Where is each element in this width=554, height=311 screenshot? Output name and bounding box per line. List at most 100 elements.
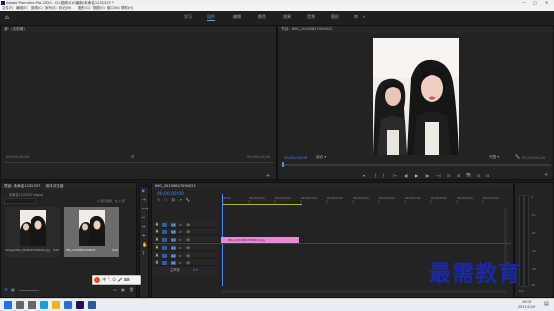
marker-button[interactable]: ▾ xyxy=(363,173,365,178)
program-quality-select[interactable]: 完整 ▾ xyxy=(489,155,499,160)
tray-date[interactable]: 2021/11/9 xyxy=(518,305,535,309)
track-sync-lock-icon[interactable]: ⇄ xyxy=(179,246,182,250)
video-audio-divider[interactable] xyxy=(153,243,511,244)
workspace-learn[interactable]: 学习 xyxy=(184,14,192,20)
program-playhead-icon[interactable] xyxy=(282,162,284,167)
step-back-button[interactable]: ◀| xyxy=(404,173,408,178)
tab-media-browser[interactable]: 媒体浏览器 xyxy=(45,184,63,188)
meter-solo-buttons[interactable]: S S xyxy=(519,289,524,293)
task-view-icon[interactable] xyxy=(28,301,36,309)
razor-tool-icon[interactable]: ✂ xyxy=(142,216,146,221)
track-visibility-icon[interactable]: 👁 xyxy=(186,230,190,234)
workspace-effects[interactable]: 效果 xyxy=(283,14,291,20)
go-to-out-button[interactable]: →| xyxy=(436,173,441,178)
timeline-tab[interactable]: IMG_20190827090022 xyxy=(152,183,513,190)
track-source-patch[interactable] xyxy=(162,245,167,250)
project-search-input[interactable] xyxy=(4,198,36,204)
track-label[interactable]: V3 xyxy=(171,222,176,227)
track-label[interactable]: V2 xyxy=(171,229,176,234)
explorer-icon[interactable] xyxy=(52,301,60,309)
mark-in-button[interactable]: { xyxy=(374,173,377,178)
home-icon[interactable]: ⌂ xyxy=(5,14,9,21)
word-icon[interactable] xyxy=(88,301,96,309)
source-add-button[interactable]: + xyxy=(266,173,270,179)
hand-tool-icon[interactable]: ✋ xyxy=(142,243,147,248)
tab-project[interactable]: 项目: 未命名1232357 xyxy=(4,184,40,188)
nest-icon[interactable]: ⟲ xyxy=(157,198,160,202)
linked-selection-icon[interactable]: ⛓ xyxy=(171,198,176,202)
snap-icon[interactable]: ⊓ xyxy=(164,198,167,202)
track-lock-icon[interactable]: 🔒 xyxy=(155,236,159,243)
go-to-in-button[interactable]: |← xyxy=(393,173,398,178)
safe-margins-button[interactable]: ⊟ xyxy=(486,173,489,178)
track-visibility-icon[interactable]: 👁 xyxy=(186,223,190,227)
track-sync-lock-icon[interactable]: ⇄ xyxy=(179,230,182,234)
track-visibility-icon[interactable]: 👁 xyxy=(186,254,190,258)
track-lock-icon[interactable]: 🔒 xyxy=(155,244,159,251)
program-wrench-icon[interactable]: 🔧 xyxy=(515,154,520,159)
step-forward-button[interactable]: |▶ xyxy=(425,173,429,178)
project-item-thumbnail[interactable]: Inmage\IMG_20190827090022.jpg 5;00 xyxy=(5,207,60,257)
workspace-editing[interactable]: 编辑 xyxy=(233,14,241,20)
ime-keyboard-icon[interactable]: ⌨ xyxy=(124,277,130,282)
notification-icon[interactable]: ▤ xyxy=(544,301,549,307)
source-scrub-bar[interactable] xyxy=(4,162,274,163)
store-icon[interactable] xyxy=(64,301,72,309)
slip-tool-icon[interactable]: ↔ xyxy=(142,225,146,230)
tray-time[interactable]: 19:01 xyxy=(522,300,532,304)
track-select-tool-icon[interactable]: ⇥ xyxy=(142,198,146,203)
program-fit-select[interactable]: 适合 ▾ xyxy=(316,155,326,160)
workspace-more[interactable]: » xyxy=(363,14,365,20)
program-add-button[interactable]: + xyxy=(544,172,548,178)
workspace-audio[interactable]: 音频 xyxy=(307,14,315,20)
ime-punct-icon[interactable]: °, xyxy=(108,277,111,282)
program-panel-title[interactable]: 节目：IMG_20190827090022 xyxy=(278,26,553,33)
track-source-patch[interactable] xyxy=(162,222,167,227)
track-label[interactable]: A3 xyxy=(171,260,176,265)
add-marker-icon[interactable]: ▾ xyxy=(180,198,182,202)
ime-mode-icon[interactable]: 中 xyxy=(102,277,106,282)
track-sync-lock-icon[interactable]: ⇄ xyxy=(179,238,182,242)
ime-mic-icon[interactable]: 🎤 xyxy=(118,277,123,282)
master-track-value[interactable]: 0.0 xyxy=(193,267,198,274)
track-sync-lock-icon[interactable]: ⇄ xyxy=(179,261,182,265)
track-label[interactable]: V1 xyxy=(171,237,176,242)
comparison-view-button[interactable]: ⊡ xyxy=(477,173,480,178)
lift-button[interactable]: ⊟ xyxy=(447,173,450,178)
track-lock-icon[interactable]: 🔒 xyxy=(155,259,159,266)
export-frame-button[interactable]: 📷 xyxy=(466,172,471,177)
zoom-slider[interactable] xyxy=(19,290,39,291)
premiere-icon[interactable] xyxy=(76,301,84,309)
workspace-assembly[interactable]: 组件 xyxy=(207,14,215,21)
track-label[interactable]: A1 xyxy=(171,245,176,250)
workspace-color[interactable]: 颜色 xyxy=(258,14,266,20)
ime-toolbar[interactable]: 中 °, ☺ 🎤 ⌨ xyxy=(92,275,141,285)
new-item-icon[interactable]: ▣ xyxy=(121,287,125,292)
track-label[interactable]: A2 xyxy=(171,253,176,258)
program-timecode-left[interactable]: 00;00;00;00 xyxy=(284,155,307,160)
source-panel-title[interactable]: 源：(无剪辑) xyxy=(1,26,276,33)
pen-tool-icon[interactable]: ✒ xyxy=(142,234,146,239)
project-item-thumbnail-selected[interactable]: IMG_20190827090022 5;00 xyxy=(64,207,119,257)
windows-start-icon[interactable] xyxy=(4,301,12,309)
workspace-libraries[interactable]: 库 xyxy=(354,14,358,20)
trash-icon[interactable]: 🗑 xyxy=(129,287,134,292)
ime-emoji-icon[interactable]: ☺ xyxy=(112,277,116,282)
workspace-graphics[interactable]: 图形 xyxy=(331,14,339,20)
work-area-bar[interactable] xyxy=(222,204,302,205)
track-lock-icon[interactable]: 🔒 xyxy=(155,252,159,259)
list-view-icon[interactable]: ☰ xyxy=(4,287,8,292)
track-visibility-icon[interactable]: 👁 xyxy=(186,238,190,242)
track-sync-lock-icon[interactable]: ⇄ xyxy=(179,254,182,258)
track-source-patch[interactable] xyxy=(162,229,167,234)
track-source-patch[interactable] xyxy=(162,237,167,242)
selection-tool-icon[interactable]: ▶ xyxy=(142,189,145,194)
track-source-patch[interactable] xyxy=(162,260,167,265)
mark-out-button[interactable]: } xyxy=(382,173,385,178)
program-scrub-bar[interactable] xyxy=(281,164,551,166)
extract-button[interactable]: ⊞ xyxy=(457,173,460,178)
type-tool-icon[interactable]: T xyxy=(142,252,145,257)
edge-icon[interactable] xyxy=(40,301,48,309)
search-icon[interactable] xyxy=(16,301,24,309)
track-visibility-icon[interactable]: 👁 xyxy=(186,261,190,265)
